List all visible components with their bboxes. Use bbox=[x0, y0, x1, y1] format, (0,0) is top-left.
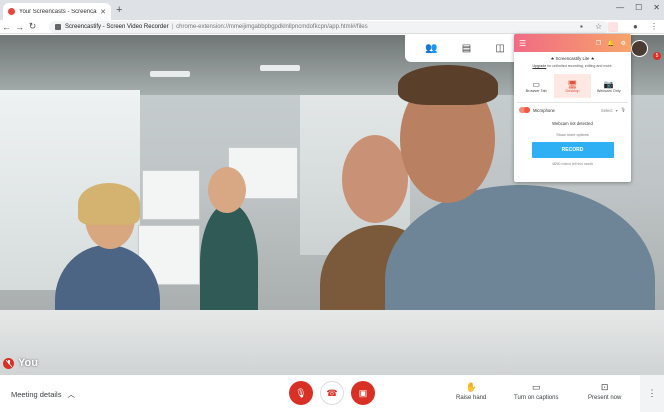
participants-icon[interactable]: 👥 bbox=[425, 43, 437, 54]
back-icon[interactable]: ← bbox=[0, 22, 13, 32]
meeting-details-button[interactable]: Meeting details ︿ bbox=[11, 389, 75, 400]
desktop-icon: 🖥 bbox=[567, 79, 578, 89]
recording-mode-tabs: ▭ Browser Tab 🖥 Desktop 📷 Webcam Only bbox=[518, 74, 627, 98]
mode-label: Browser Tab bbox=[525, 88, 547, 93]
popup-header-icons: ❐ 🔔 ⚙ bbox=[596, 40, 626, 47]
webcam-icon: 📷 bbox=[603, 79, 614, 89]
tab-title: Your Screencasts - Screencastify bbox=[19, 8, 97, 15]
chevron-down-icon[interactable]: ▾ bbox=[616, 108, 618, 113]
mode-webcam-only[interactable]: 📷 Webcam Only bbox=[591, 74, 627, 98]
browser-tab-strip: Your Screencasts - Screencastify ✕ + — ☐… bbox=[0, 0, 664, 20]
extension-icon bbox=[55, 24, 61, 30]
mode-desktop[interactable]: 🖥 Desktop bbox=[554, 74, 591, 98]
bell-icon[interactable]: 🔔 bbox=[607, 40, 614, 47]
raise-hand-label: Raise hand bbox=[456, 395, 487, 401]
screencastify-favicon-icon bbox=[8, 8, 15, 15]
maximize-icon[interactable]: ☐ bbox=[635, 3, 642, 12]
microphone-label: Microphone bbox=[533, 107, 555, 113]
popup-header: ☰ ❐ 🔔 ⚙ bbox=[514, 34, 631, 52]
leave-call-button[interactable]: ☎ bbox=[320, 381, 344, 405]
browser-tab[interactable]: Your Screencasts - Screencastify ✕ bbox=[3, 3, 111, 20]
present-icon: ⊡ bbox=[600, 382, 609, 392]
reload-icon[interactable]: ↻ bbox=[26, 21, 39, 32]
forward-icon[interactable]: → bbox=[13, 22, 26, 32]
meet-top-panel: 👥 ▤ ◫ bbox=[405, 35, 525, 62]
mode-browser-tab[interactable]: ▭ Browser Tab bbox=[518, 74, 554, 98]
chevron-up-icon: ︿ bbox=[67, 390, 75, 399]
person-standing-head bbox=[208, 167, 246, 213]
hand-icon: ✋ bbox=[465, 382, 477, 392]
microphone-select[interactable]: Select bbox=[601, 108, 613, 113]
person-left-hair bbox=[78, 183, 140, 225]
screencastify-popup: ☰ ❐ 🔔 ⚙ ★ Screencastify Lite ★ Upgrade f… bbox=[514, 34, 631, 182]
window-close-icon[interactable]: ✕ bbox=[653, 3, 660, 12]
camera-permission-icon[interactable]: ▪ bbox=[580, 21, 583, 33]
window-controls: — ☐ ✕ bbox=[616, 3, 660, 12]
microphone-icon: 🎙 bbox=[620, 107, 626, 112]
more-options-icon[interactable]: ⋮ bbox=[640, 375, 664, 412]
activities-icon[interactable]: ◫ bbox=[495, 43, 504, 54]
minimize-icon[interactable]: — bbox=[616, 3, 624, 12]
notification-badge: 5 bbox=[653, 52, 661, 60]
url-separator: | bbox=[171, 24, 174, 30]
url-title: Screencastify - Screen Video Recorder bbox=[65, 24, 169, 30]
hang-up-icon: ☎ bbox=[326, 387, 338, 398]
screencastify-extension-icon[interactable] bbox=[608, 22, 618, 32]
person-middle-head bbox=[342, 135, 408, 223]
present-now-button[interactable]: ⊡ Present now bbox=[588, 382, 621, 401]
new-tab-icon[interactable]: + bbox=[116, 4, 122, 16]
self-view-badge: You bbox=[3, 357, 38, 369]
avatar[interactable] bbox=[631, 40, 648, 57]
person-right-hair bbox=[398, 65, 498, 105]
hamburger-menu-icon[interactable]: ☰ bbox=[519, 39, 526, 48]
toggle-mic-button[interactable]: 🎙 bbox=[289, 381, 313, 405]
ceiling-light bbox=[260, 65, 300, 71]
record-button[interactable]: RECORD bbox=[531, 142, 614, 158]
tab-close-icon[interactable]: ✕ bbox=[100, 8, 106, 16]
self-label: You bbox=[18, 357, 38, 369]
chrome-menu-icon[interactable]: ⋮ bbox=[650, 21, 658, 33]
copy-icon[interactable]: ❐ bbox=[596, 40, 601, 47]
gear-icon[interactable]: ⚙ bbox=[621, 40, 626, 47]
browser-tab-icon: ▭ bbox=[532, 79, 540, 89]
camera-off-icon: ▣ bbox=[358, 387, 368, 398]
meeting-details-label: Meeting details bbox=[11, 390, 62, 399]
show-more-options-link[interactable]: Show more options bbox=[514, 133, 631, 137]
upgrade-link[interactable]: Upgrade bbox=[532, 64, 546, 68]
conference-table bbox=[0, 310, 664, 375]
wall-sketch bbox=[142, 170, 200, 220]
bookmark-star-icon[interactable]: ☆ bbox=[595, 21, 602, 33]
raise-hand-button[interactable]: ✋ Raise hand bbox=[456, 382, 486, 401]
webcam-status: Webcam not detected bbox=[552, 121, 593, 126]
ceiling-light bbox=[150, 71, 190, 77]
mode-label: Desktop bbox=[565, 88, 580, 93]
browser-toolbar: ← → ↻ Screencastify - Screen Video Recor… bbox=[0, 20, 664, 34]
address-bar[interactable]: Screencastify - Screen Video Recorder | … bbox=[49, 21, 609, 33]
present-label: Present now bbox=[588, 395, 622, 401]
upgrade-text: Upgrade for unlimited recording, editing… bbox=[514, 64, 631, 68]
microphone-toggle[interactable] bbox=[519, 107, 530, 113]
mic-off-icon: 🎙 bbox=[295, 387, 307, 398]
upgrade-description: for unlimited recording, editing and mor… bbox=[546, 64, 613, 68]
videos-left-counter: 48/50 videos left this month bbox=[551, 162, 594, 166]
captions-icon: ▭ bbox=[531, 382, 541, 392]
chat-icon[interactable]: ▤ bbox=[462, 43, 471, 54]
profile-icon[interactable]: ● bbox=[633, 21, 638, 33]
url-path: chrome-extension://mmeijimgabbpbgpdklnll… bbox=[176, 24, 368, 30]
popup-title: ★ Screencastify Lite ★ bbox=[550, 56, 595, 61]
mic-muted-icon bbox=[3, 357, 14, 369]
mode-label: Webcam Only bbox=[596, 88, 621, 93]
meet-bottom-bar: Meeting details ︿ 🎙 ☎ ▣ ✋ Raise hand ▭ T… bbox=[0, 375, 664, 412]
microphone-row: Microphone Select ▾ 🎙 bbox=[514, 107, 631, 113]
divider bbox=[517, 102, 628, 103]
captions-button[interactable]: ▭ Turn on captions bbox=[514, 382, 558, 401]
captions-label: Turn on captions bbox=[514, 395, 559, 401]
toggle-camera-button[interactable]: ▣ bbox=[351, 381, 375, 405]
person-standing bbox=[200, 203, 258, 323]
